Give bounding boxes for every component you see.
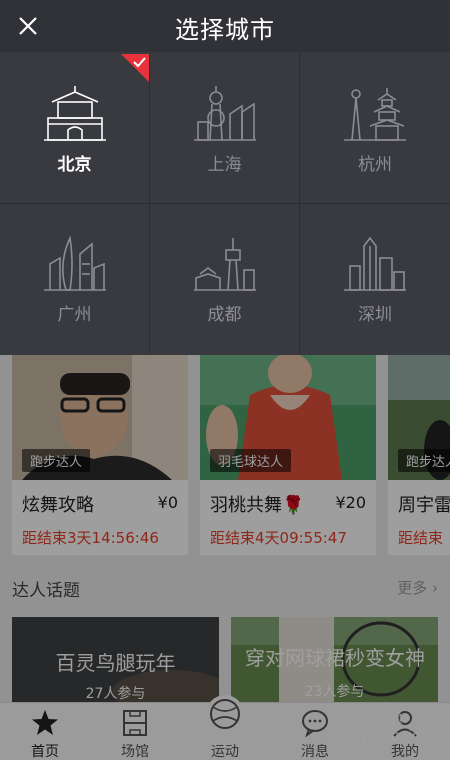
city-picker: 选择城市 北京 上海 杭州 广州 成都 深圳 bbox=[0, 0, 450, 355]
chengdu-skyline-icon bbox=[194, 238, 256, 291]
tab-label: 首页 bbox=[31, 744, 59, 760]
card-tag: 羽毛球达人 bbox=[210, 449, 292, 472]
city-option-beijing[interactable]: 北京 bbox=[0, 54, 150, 204]
card-countdown: 距结束4天09:55:47 bbox=[210, 529, 347, 547]
topic-count: 27人参与 bbox=[85, 686, 146, 702]
hangzhou-pagoda-icon bbox=[344, 88, 406, 141]
ball-icon bbox=[206, 695, 244, 733]
topic-title: 穿对网球裙秒变女神 bbox=[245, 646, 425, 670]
city-name: 广州 bbox=[57, 305, 92, 325]
topic-count: 23人参与 bbox=[304, 684, 365, 700]
tab-venues[interactable]: 场馆 bbox=[90, 703, 180, 760]
tab-home[interactable]: 首页 bbox=[0, 703, 90, 760]
chat-bubble-icon bbox=[302, 710, 328, 737]
city-option-guangzhou[interactable]: 广州 bbox=[0, 204, 150, 354]
event-card[interactable]: 羽毛球达人 羽桃共舞🌹 ¥20 距结束4天09:55:47 bbox=[200, 355, 376, 555]
tab-label: 运动 bbox=[211, 744, 239, 760]
watermark: Baidu经验 jingyan.baidu.com bbox=[335, 711, 450, 744]
card-price: ¥0 bbox=[157, 493, 178, 512]
city-option-hangzhou[interactable]: 杭州 bbox=[300, 54, 450, 204]
guangzhou-tower-icon bbox=[44, 235, 106, 291]
city-option-shenzhen[interactable]: 深圳 bbox=[300, 204, 450, 354]
shanghai-tower-icon bbox=[194, 86, 256, 141]
topics-section-title: 达人话题 bbox=[12, 581, 80, 601]
city-option-shanghai[interactable]: 上海 bbox=[150, 54, 300, 204]
card-title: 炫舞攻略 bbox=[22, 495, 94, 516]
topics-more-link[interactable]: 更多 › bbox=[397, 577, 438, 598]
card-countdown: 距结束3天14:56:46 bbox=[22, 529, 159, 547]
tab-label: 场馆 bbox=[121, 744, 149, 760]
city-name: 北京 bbox=[57, 155, 92, 175]
card-title: 羽桃共舞🌹 bbox=[210, 495, 305, 516]
picker-header: 选择城市 bbox=[0, 0, 450, 52]
card-title: 周宇雷 bbox=[398, 495, 450, 516]
tab-sports[interactable]: 运动 bbox=[180, 695, 270, 760]
topic-card[interactable]: 百灵鸟腿玩年 27人参与 bbox=[12, 617, 219, 702]
topic-card[interactable]: 穿对网球裙秒变女神 23人参与 bbox=[231, 617, 438, 702]
city-name: 深圳 bbox=[358, 305, 392, 325]
city-name: 上海 bbox=[207, 155, 242, 175]
card-price: ¥20 bbox=[335, 493, 366, 512]
checkmark-icon bbox=[121, 54, 149, 82]
topic-title: 百灵鸟腿玩年 bbox=[55, 651, 176, 675]
event-card-strip: 跑步达人 炫舞攻略 ¥0 距结束3天14:56:46 羽毛球达人 羽桃共舞🌹 ¥… bbox=[12, 355, 450, 555]
card-tag: 跑步达人 bbox=[398, 449, 450, 472]
card-tag: 跑步达人 bbox=[22, 449, 91, 472]
court-icon bbox=[123, 710, 147, 736]
beijing-gate-icon bbox=[44, 86, 106, 141]
card-countdown: 距结束 bbox=[398, 529, 444, 547]
event-card[interactable]: 跑步达人 周宇雷 距结束 bbox=[388, 355, 450, 555]
event-card[interactable]: 跑步达人 炫舞攻略 ¥0 距结束3天14:56:46 bbox=[12, 355, 188, 555]
city-option-chengdu[interactable]: 成都 bbox=[150, 204, 300, 354]
city-grid: 北京 上海 杭州 广州 成都 深圳 bbox=[0, 54, 450, 355]
picker-title: 选择城市 bbox=[175, 16, 275, 44]
star-icon bbox=[32, 710, 58, 735]
city-name: 杭州 bbox=[358, 155, 392, 175]
city-name: 成都 bbox=[207, 305, 242, 325]
shenzhen-skyline-icon bbox=[344, 236, 406, 291]
